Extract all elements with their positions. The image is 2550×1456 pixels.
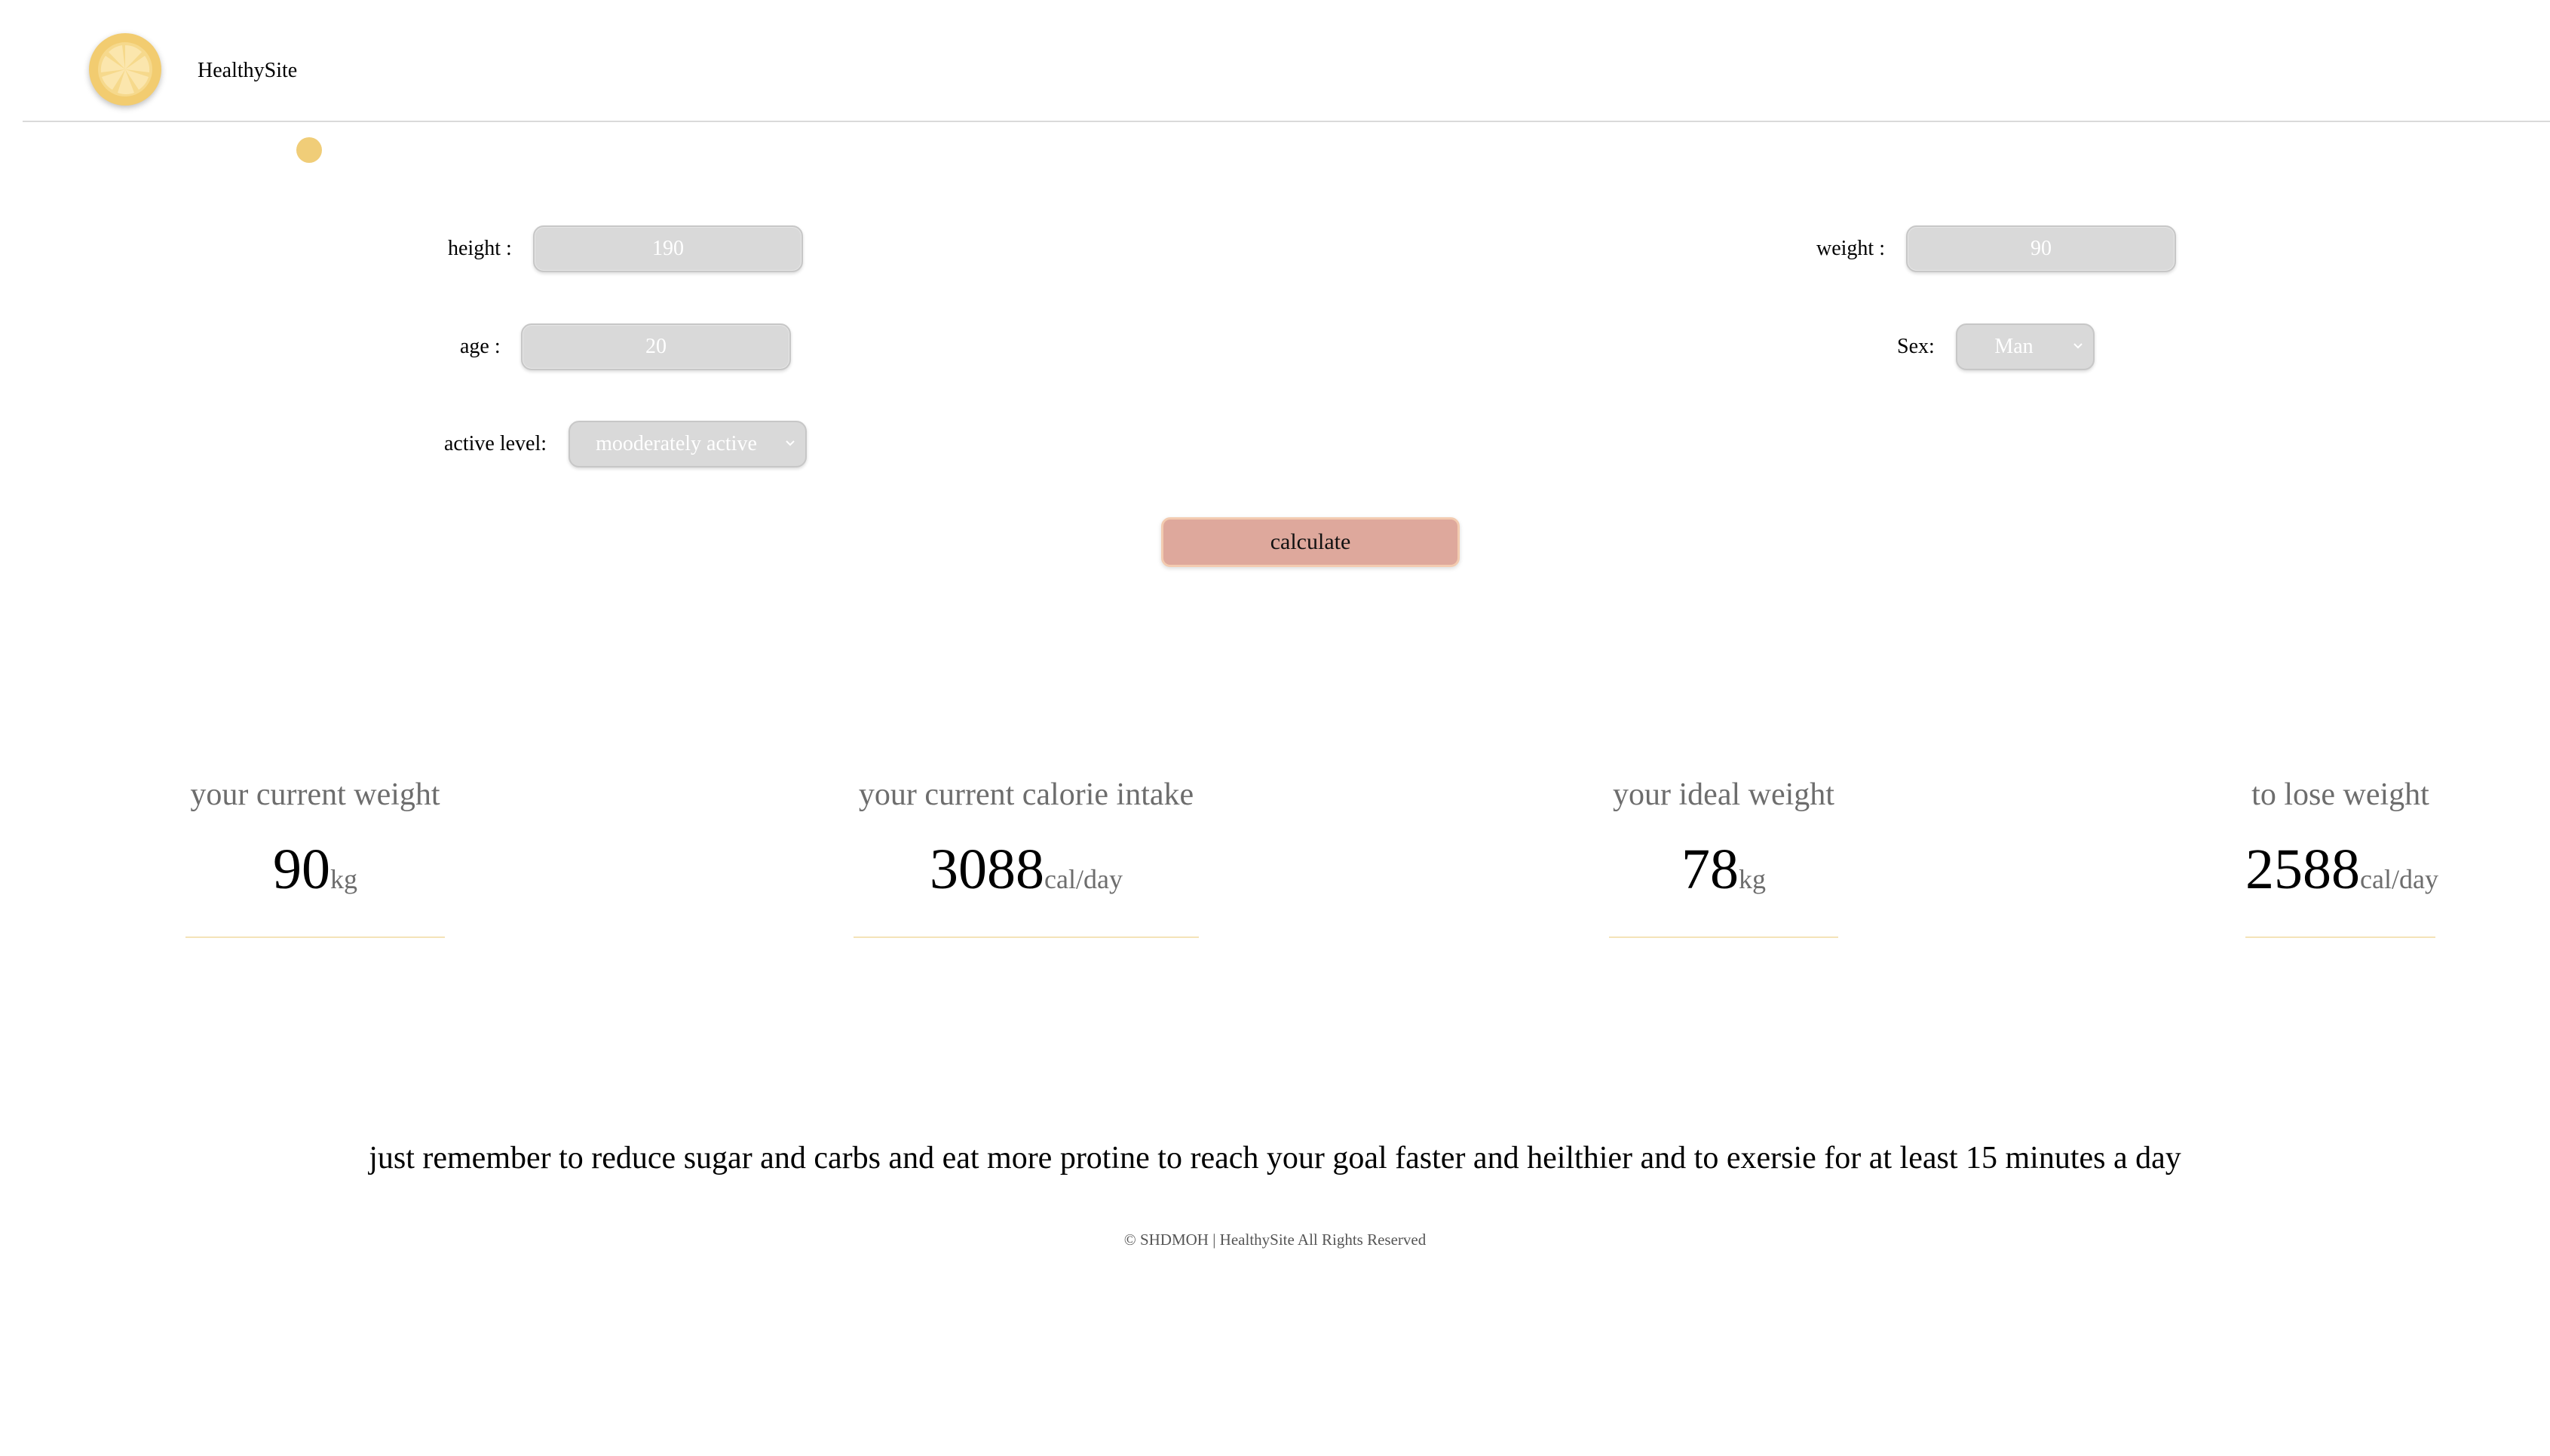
health-tip: just remember to reduce sugar and carbs … — [369, 1141, 2181, 1176]
stat-value: 3088cal/day — [854, 837, 1199, 903]
stat-unit: kg — [330, 864, 357, 894]
stat-title: to lose weight — [2251, 777, 2429, 812]
sex-label: Sex: — [1897, 335, 1935, 358]
footer-copyright: © SHDMOH | HealthySite All Rights Reserv… — [1123, 1231, 1427, 1249]
current-calorie-card: your current calorie intake 3088cal/day — [854, 762, 1199, 938]
current-weight-card: your current weight 90kg — [185, 762, 445, 938]
age-input[interactable]: 20 — [521, 323, 791, 370]
stat-number: 2588 — [2245, 838, 2360, 901]
active-level-select[interactable]: mooderately active — [569, 421, 807, 467]
chevron-down-icon — [2073, 343, 2083, 349]
stat-unit: cal/day — [2360, 864, 2438, 894]
stat-title: your current weight — [190, 777, 440, 812]
active-level-selected-value: mooderately active — [596, 432, 757, 455]
chevron-down-icon — [786, 440, 795, 446]
stat-number: 90 — [273, 838, 330, 901]
sex-select[interactable]: Man — [1956, 323, 2095, 370]
stat-number: 3088 — [930, 838, 1045, 901]
weight-label: weight : — [1816, 237, 1885, 260]
age-label: age : — [460, 335, 501, 358]
height-label: height : — [448, 237, 512, 260]
site-header: HealthySite — [23, 0, 2550, 122]
site-name[interactable]: HealthySite — [198, 56, 297, 86]
height-input[interactable]: 190 — [533, 225, 803, 272]
calculate-button[interactable]: calculate — [1161, 517, 1460, 567]
stat-unit: cal/day — [1044, 864, 1123, 894]
stat-title: your current calorie intake — [858, 777, 1194, 812]
lose-weight-card: to lose weight 2588cal/day — [2245, 762, 2438, 938]
ideal-weight-card: your ideal weight 78kg — [1609, 762, 1838, 938]
active-level-label: active level: — [444, 432, 547, 455]
weight-input[interactable]: 90 — [1906, 225, 2176, 272]
stat-unit: kg — [1739, 864, 1766, 894]
decorative-dot — [296, 137, 322, 163]
stat-title: your ideal weight — [1613, 777, 1834, 812]
stat-value: 2588cal/day — [2245, 837, 2438, 903]
sex-selected-value: Man — [1994, 335, 2034, 358]
stat-value: 90kg — [185, 837, 445, 903]
stat-number: 78 — [1681, 838, 1739, 901]
stat-value: 78kg — [1609, 837, 1838, 903]
citrus-logo-icon[interactable] — [89, 33, 161, 106]
